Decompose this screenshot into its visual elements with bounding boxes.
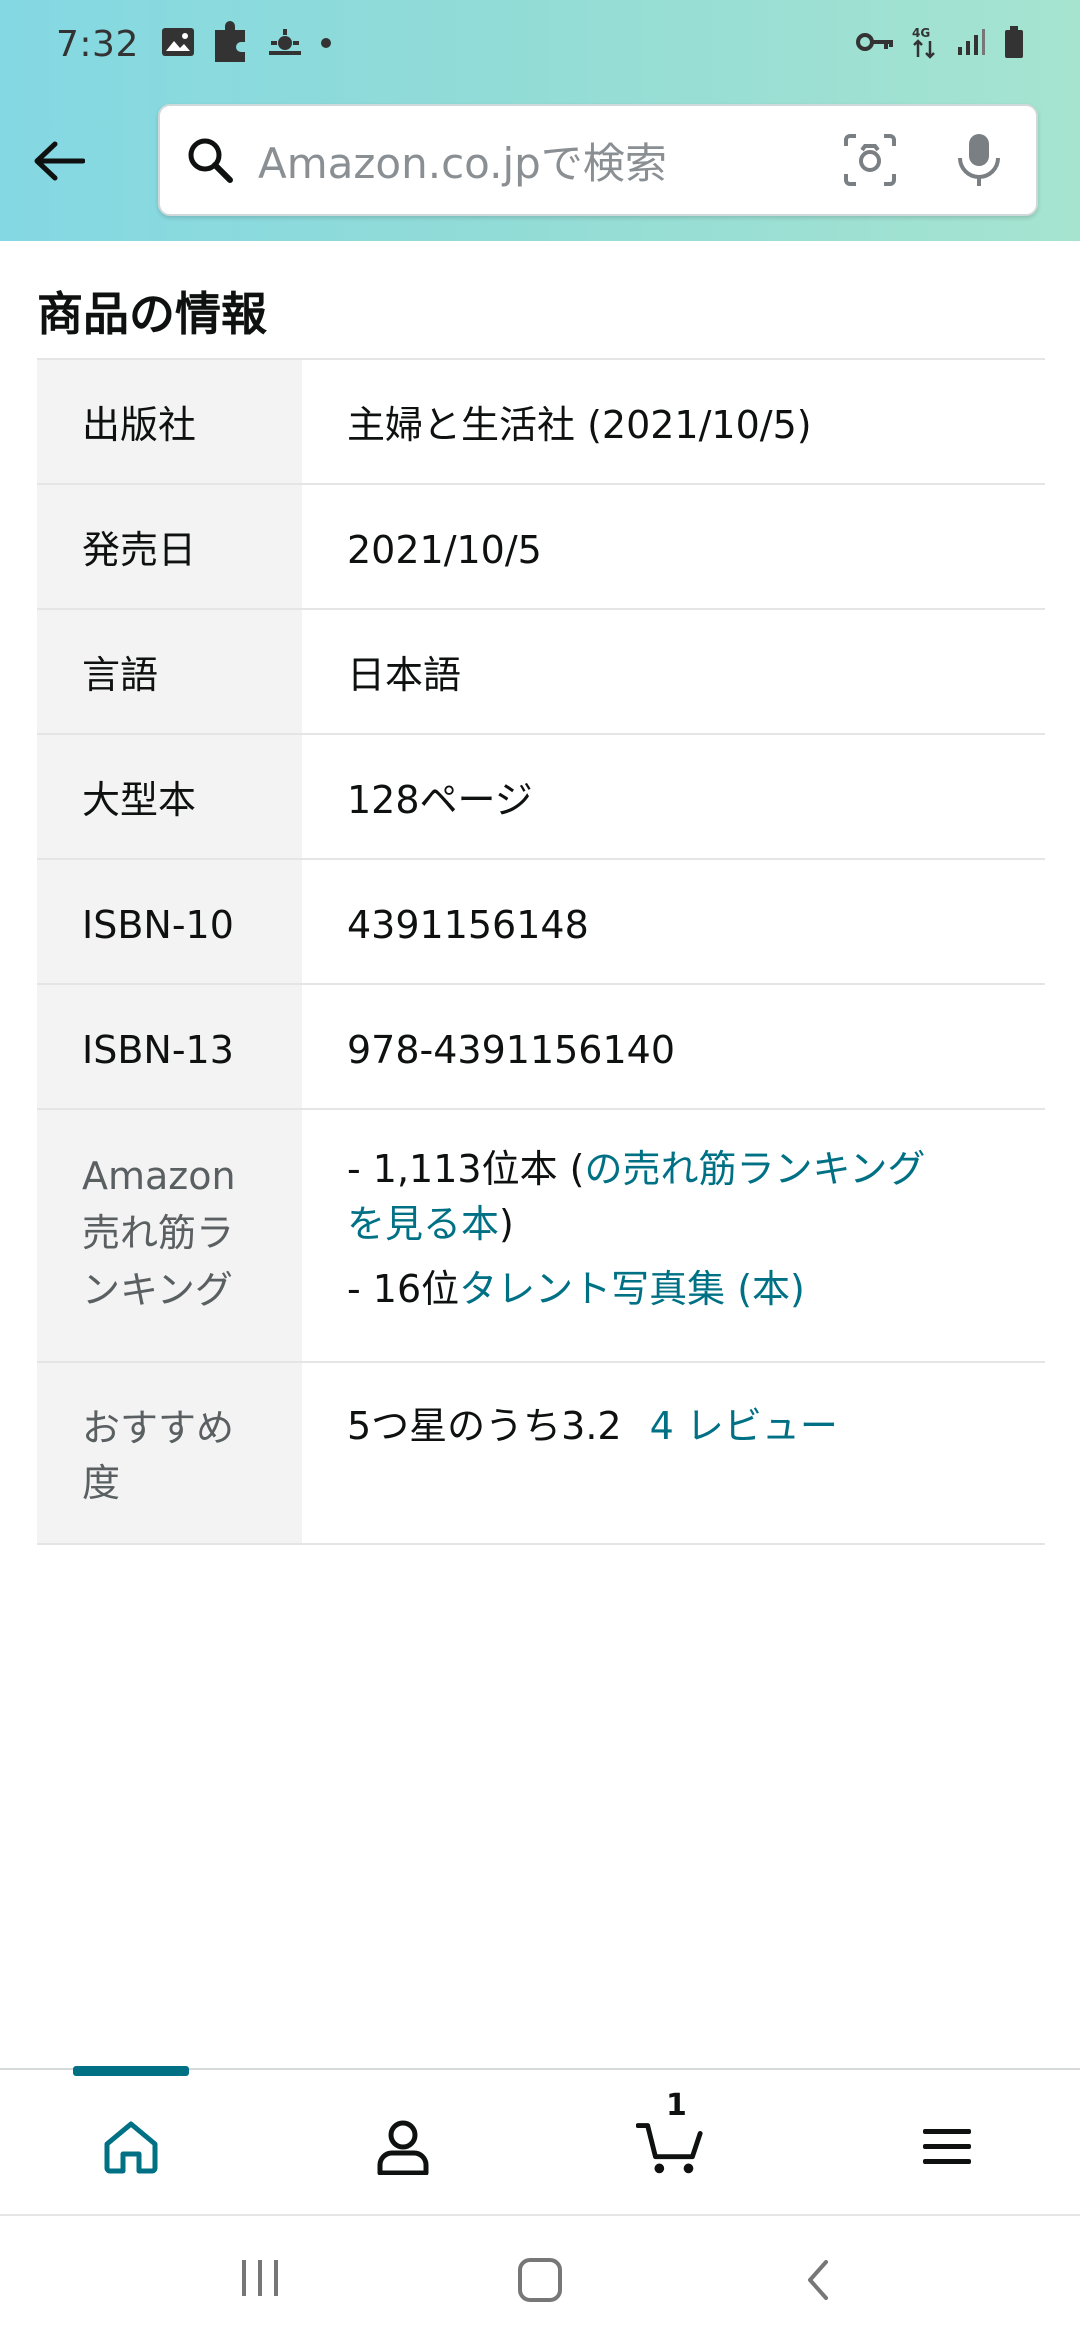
search-bar[interactable]: Amazon.co.jpで検索 (158, 104, 1038, 216)
format-value: 128ページ (347, 778, 533, 822)
nav-menu[interactable] (912, 2112, 982, 2182)
svg-text:4G: 4G (912, 26, 930, 40)
signal-icon (956, 27, 986, 61)
microphone-icon[interactable] (954, 132, 1004, 188)
back-system-button[interactable] (800, 2256, 836, 2304)
account-icon (377, 2120, 429, 2175)
language-label: 言語 (37, 610, 302, 733)
table-row: ISBN-10 4391156148 (37, 860, 1045, 985)
weather-icon (267, 27, 303, 61)
product-info-table: 出版社 主婦と生活社 (2021/10/5) 発売日 2021/10/5 言語 … (37, 358, 1045, 1545)
nav-account[interactable] (368, 2112, 438, 2182)
isbn10-value: 4391156148 (347, 903, 589, 947)
home-system-button[interactable] (516, 2256, 564, 2304)
review-count-link[interactable]: 4 レビュー (650, 1404, 838, 1448)
section-title: 商品の情報 (37, 287, 267, 341)
bottom-nav: 1 (0, 2066, 1080, 2214)
release-date-value: 2021/10/5 (347, 528, 542, 572)
ranking-label: Amazon 売れ筋ラ ンキング (37, 1110, 302, 1361)
chevron-left-icon (808, 2260, 828, 2300)
language-value: 日本語 (347, 653, 462, 697)
table-row: ISBN-13 978-4391156140 (37, 985, 1045, 1110)
cart-icon (636, 2123, 703, 2174)
publisher-value: 主婦と生活社 (2021/10/5) (347, 403, 812, 447)
table-row: Amazon 売れ筋ラ ンキング - 1,113位本 (の売れ筋ランキング を見… (37, 1110, 1045, 1363)
battery-icon (1004, 25, 1024, 63)
camera-search-icon[interactable] (842, 132, 898, 188)
bestseller-ranking-link[interactable]: の売れ筋ランキング (584, 1147, 925, 1191)
isbn10-label: ISBN-10 (37, 860, 302, 983)
active-tab-indicator (73, 2066, 189, 2076)
rating-text: 5つ星のうち3.2 (347, 1404, 622, 1448)
nav-cart[interactable] (636, 2112, 706, 2182)
table-row: 発売日 2021/10/5 (37, 485, 1045, 610)
release-date-label: 発売日 (37, 485, 302, 608)
isbn13-value: 978-4391156140 (347, 1028, 676, 1072)
gallery-icon (161, 27, 195, 61)
notification-dot-icon (319, 35, 333, 54)
hamburger-menu-icon (923, 2129, 971, 2164)
rating-value: 5つ星のうち3.2 4 レビュー (302, 1363, 1045, 1543)
table-row: おすすめ 度 5つ星のうち3.2 4 レビュー (37, 1363, 1045, 1545)
category-ranking-link[interactable]: タレント写真集 (本) (459, 1267, 805, 1311)
system-nav-bar (0, 2214, 1080, 2340)
back-button[interactable] (28, 130, 90, 192)
recent-apps-icon (242, 2260, 278, 2296)
puzzle-icon (211, 20, 251, 68)
bestseller-ranking-link-cont[interactable]: を見る本 (347, 1202, 499, 1246)
recent-apps-button[interactable] (236, 2256, 284, 2300)
home-icon (104, 2121, 158, 2174)
table-row: 出版社 主婦と生活社 (2021/10/5) (37, 360, 1045, 485)
format-label: 大型本 (37, 735, 302, 858)
table-row: 大型本 128ページ (37, 735, 1045, 860)
search-input[interactable]: Amazon.co.jpで検索 (258, 130, 842, 191)
network-4g-icon: 4G (912, 25, 938, 63)
table-row: 言語 日本語 (37, 610, 1045, 735)
status-time: 7:32 (56, 23, 139, 65)
status-bar: 7:32 4G (0, 0, 1080, 88)
back-arrow-icon (34, 141, 85, 181)
vpn-key-icon (856, 31, 894, 57)
publisher-label: 出版社 (37, 360, 302, 483)
app-header: 7:32 4G Amazon.co.jpで検索 (0, 0, 1080, 241)
isbn13-label: ISBN-13 (37, 985, 302, 1108)
home-square-icon (518, 2258, 562, 2302)
nav-home[interactable] (96, 2112, 166, 2182)
rating-label: おすすめ 度 (37, 1363, 302, 1543)
search-icon (188, 138, 233, 183)
ranking-value: - 1,113位本 (の売れ筋ランキング を見る本) - 16位タレント写真集 … (347, 1147, 926, 1312)
